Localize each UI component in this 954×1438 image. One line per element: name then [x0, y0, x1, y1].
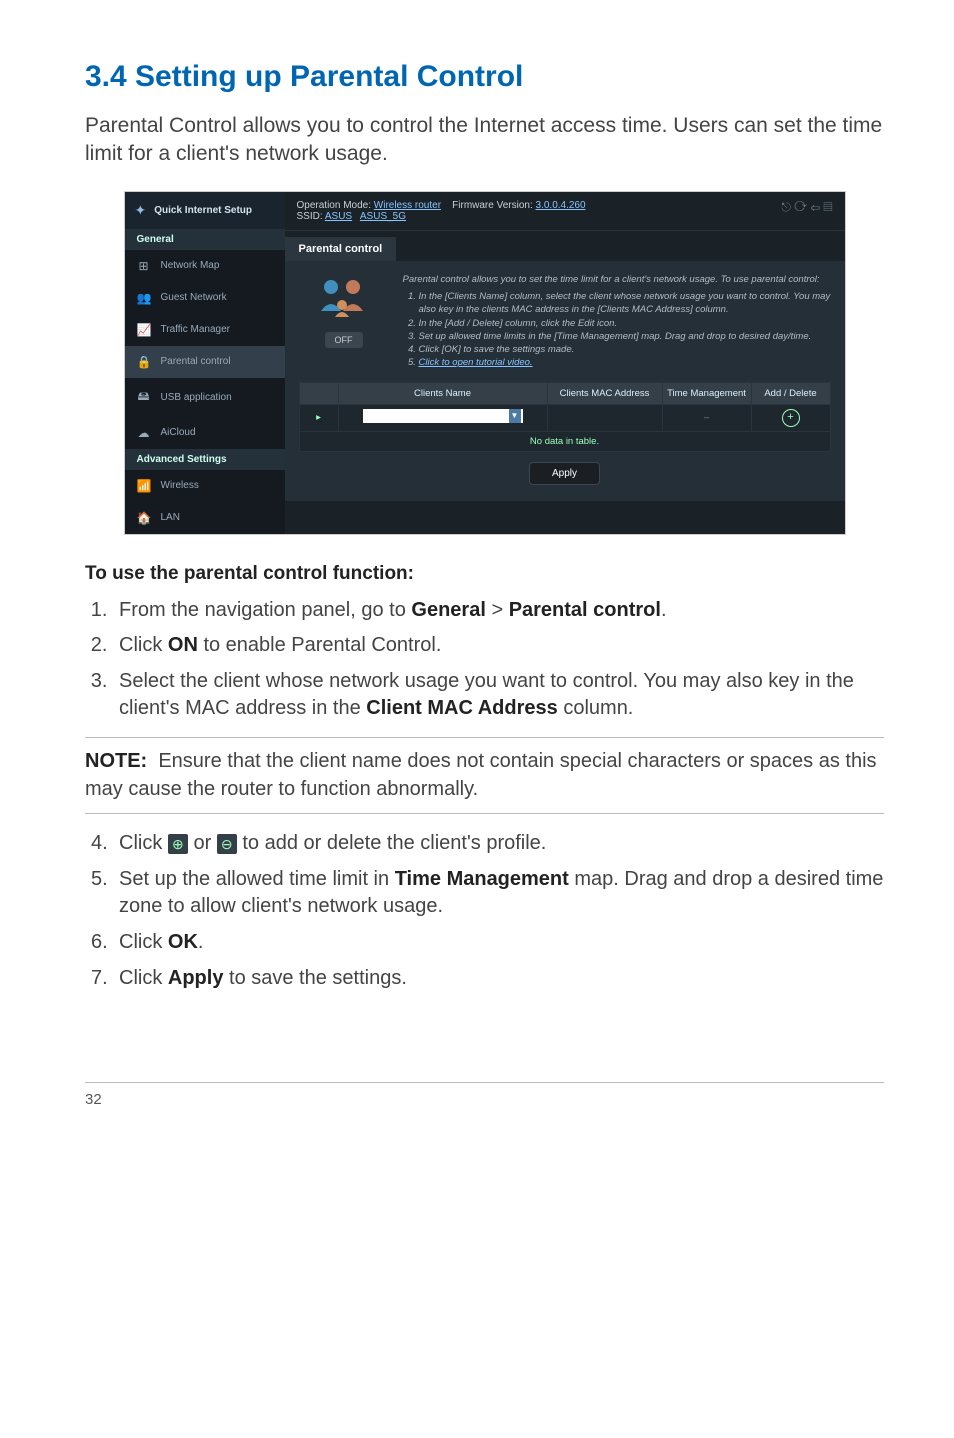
clients-table: Clients NameClients MAC AddressTime Mana… [299, 382, 831, 452]
instruction-lead: Parental control allows you to set the t… [403, 273, 831, 286]
screenshot-topbar: Operation Mode: Wireless router Firmware… [285, 192, 845, 231]
qis-label: Quick Internet Setup [154, 205, 252, 216]
steps-list-1: From the navigation panel, go to General… [85, 597, 884, 723]
sidebar-nav: ⊞ Network Map 👥 Guest Network 📈 Traffic Manag… [125, 250, 285, 449]
apply-button[interactable]: Apply [529, 462, 600, 485]
nav-lan-label: LAN [161, 512, 180, 523]
nav-parental-control-icon: 🔒 [137, 355, 151, 369]
row-marker-icon: ▸ [316, 412, 321, 423]
step-item: 5.Set up the allowed time limit in Time … [85, 866, 884, 921]
toggle-switch[interactable]: OFF [325, 332, 363, 348]
step-item: 7.Click Apply to save the settings. [85, 965, 884, 993]
nav-aicloud-label: AiCloud [161, 427, 196, 438]
nav-usb-application[interactable]: 🖴 USB application [125, 378, 285, 417]
fw-link[interactable]: 3.0.0.4.260 [536, 200, 586, 211]
tab-parental-control[interactable]: Parental control [285, 237, 397, 261]
ssid-link-2[interactable]: ASUS_5G [360, 211, 406, 222]
table-input-row: ▸ – + [299, 404, 830, 431]
table-header-cell: Time Management [662, 382, 751, 404]
section-heading: 3.4 Setting up Parental Control [85, 60, 884, 94]
op-mode-label: Operation Mode: [297, 200, 372, 211]
nav-network-map-label: Network Map [161, 260, 220, 271]
tutorial-video-link[interactable]: Click to open tutorial video. [419, 357, 533, 368]
instruction-block: OFF Parental control allows you to set t… [299, 273, 831, 370]
screenshot-body: OFF Parental control allows you to set t… [285, 261, 845, 501]
nav-guest-network-icon: 👥 [137, 291, 151, 305]
nav-wireless[interactable]: 📶 Wireless [125, 470, 285, 502]
nav-lan-icon: 🏠 [137, 511, 151, 525]
fw-label: Firmware Version: [452, 200, 533, 211]
page-number: 32 [85, 1091, 102, 1108]
client-name-dropdown[interactable] [363, 409, 523, 423]
nav-traffic-manager[interactable]: 📈 Traffic Manager [125, 314, 285, 346]
screenshot-sidebar: ✦ Quick Internet Setup General ⊞ Network … [125, 192, 285, 534]
screenshot-main: Operation Mode: Wireless router Firmware… [285, 192, 845, 534]
steps-list-2: 4.Click ⊕ or ⊖ to add or delete the clie… [85, 830, 884, 992]
instruction-step: In the [Clients Name] column, select the… [419, 290, 831, 317]
table-header-cell [299, 382, 338, 404]
nav-aicloud-icon: ☁ [137, 426, 151, 440]
table-header-cell: Add / Delete [751, 382, 830, 404]
sidebar-section-advanced: Advanced Settings [125, 449, 285, 470]
op-mode-link[interactable]: Wireless router [374, 200, 441, 211]
instruction-text: Parental control allows you to set the t… [403, 273, 831, 370]
instruction-step: Set up allowed time limits in the [Time … [419, 330, 831, 343]
step-item: 4.Click ⊕ or ⊖ to add or delete the clie… [85, 830, 884, 858]
step-item: From the navigation panel, go to General… [113, 597, 884, 625]
step-item: 6.Click OK. [85, 929, 884, 957]
step-item: Select the client whose network usage yo… [113, 668, 884, 723]
nav-parental-control[interactable]: 🔒 Parental control [125, 346, 285, 378]
note-box: NOTE: Ensure that the client name does n… [85, 737, 884, 814]
nav-wireless-label: Wireless [161, 480, 199, 491]
sidebar-section-general: General [125, 229, 285, 250]
nav-network-map[interactable]: ⊞ Network Map [125, 250, 285, 282]
instruction-step: In the [Add / Delete] column, click the … [419, 317, 831, 330]
nav-usb-application-icon: 🖴 [137, 387, 151, 408]
table-header-cell: Clients Name [338, 382, 547, 404]
family-icon [309, 273, 379, 323]
intro-text: Parental Control allows you to control t… [85, 112, 884, 169]
step-item: Click ON to enable Parental Control. [113, 632, 884, 660]
nav-parental-control-label: Parental control [161, 356, 231, 367]
quick-internet-setup[interactable]: ✦ Quick Internet Setup [125, 192, 285, 229]
nav-aicloud[interactable]: ☁ AiCloud [125, 417, 285, 449]
steps-heading: To use the parental control function: [85, 563, 884, 585]
nav-guest-network[interactable]: 👥 Guest Network [125, 282, 285, 314]
instruction-step: Click [OK] to save the settings made. [419, 343, 831, 356]
delete-icon: ⊖ [217, 834, 237, 854]
add-client-button[interactable]: + [782, 409, 800, 427]
add-icon: ⊕ [168, 834, 188, 854]
ssid-link-1[interactable]: ASUS [325, 211, 352, 222]
topbar-icons: ⎋ ⟳ ⇦ ▤ [781, 200, 832, 222]
no-data-message: No data in table. [299, 431, 830, 451]
nav-usb-application-label: USB application [161, 392, 232, 403]
nav-network-map-icon: ⊞ [137, 259, 151, 273]
nav-wireless-icon: 📶 [137, 479, 151, 493]
ssid-label: SSID: [297, 211, 323, 222]
instruction-figure: OFF [299, 273, 389, 370]
page-footer: 32 [85, 1082, 884, 1108]
nav-guest-network-label: Guest Network [161, 292, 227, 303]
nav-lan[interactable]: 🏠 LAN [125, 502, 285, 534]
note-text: Ensure that the client name does not con… [85, 750, 877, 800]
note-label: NOTE: [85, 750, 147, 772]
screenshot-parental-control: ✦ Quick Internet Setup General ⊞ Network … [124, 191, 846, 535]
magic-wand-icon: ✦ [135, 202, 147, 219]
instruction-step: Click to open tutorial video. [419, 356, 831, 369]
nav-traffic-manager-label: Traffic Manager [161, 324, 230, 335]
sidebar-nav-advanced: 📶 Wireless 🏠 LAN [125, 470, 285, 534]
nav-traffic-manager-icon: 📈 [137, 323, 151, 337]
table-header-cell: Clients MAC Address [547, 382, 662, 404]
